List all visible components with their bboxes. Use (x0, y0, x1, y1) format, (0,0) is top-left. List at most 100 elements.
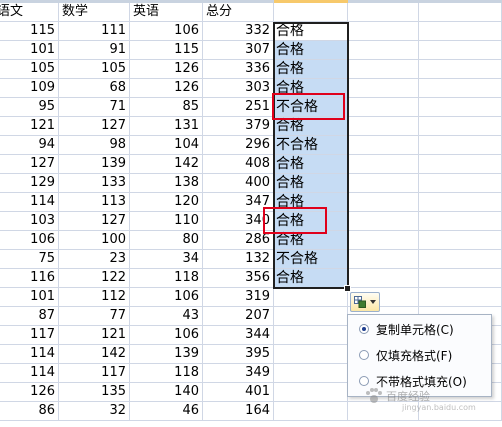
cell-total[interactable]: 286 (203, 231, 274, 250)
cell-math[interactable]: 111 (59, 22, 130, 41)
cell-english[interactable]: 46 (130, 402, 203, 421)
cell-math[interactable]: 100 (59, 231, 130, 250)
cell-chinese[interactable]: 101 (0, 288, 59, 307)
cell-english[interactable]: 115 (130, 41, 203, 60)
cell-math[interactable]: 105 (59, 60, 130, 79)
cell-empty[interactable] (419, 79, 502, 98)
cell-chinese[interactable]: 126 (0, 383, 59, 402)
cell-math[interactable]: 142 (59, 345, 130, 364)
cell-total[interactable]: 340 (203, 212, 274, 231)
cell-empty[interactable] (348, 3, 419, 22)
cell-result[interactable] (274, 288, 348, 307)
cell-english[interactable]: 126 (130, 60, 203, 79)
cell-total[interactable]: 356 (203, 269, 274, 288)
cell-math[interactable]: 127 (59, 212, 130, 231)
cell-empty[interactable] (348, 22, 419, 41)
radio-fill-formatting-only[interactable] (359, 350, 369, 360)
cell-english[interactable]: 85 (130, 98, 203, 117)
cell-math[interactable]: 127 (59, 117, 130, 136)
cell-result[interactable]: 不合格 (274, 136, 348, 155)
cell-chinese[interactable]: 121 (0, 117, 59, 136)
cell-math[interactable]: 91 (59, 41, 130, 60)
cell-empty[interactable] (348, 250, 419, 269)
cell-english[interactable]: 126 (130, 79, 203, 98)
cell-empty[interactable] (348, 212, 419, 231)
cell-empty[interactable] (419, 193, 502, 212)
cell-empty[interactable] (419, 250, 502, 269)
cell-chinese[interactable]: 127 (0, 155, 59, 174)
cell-result[interactable]: 合格 (274, 212, 348, 231)
cell-math[interactable]: 112 (59, 288, 130, 307)
cell-math[interactable]: 122 (59, 269, 130, 288)
cell-empty[interactable] (419, 174, 502, 193)
cell-empty[interactable] (348, 60, 419, 79)
cell-total[interactable]: 332 (203, 22, 274, 41)
cell-empty[interactable] (419, 269, 502, 288)
cell-chinese[interactable]: 109 (0, 79, 59, 98)
cell-english[interactable]: 110 (130, 212, 203, 231)
cell-result[interactable] (274, 326, 348, 345)
cell-total[interactable]: 132 (203, 250, 274, 269)
cell-result[interactable]: 合格 (274, 231, 348, 250)
cell-chinese[interactable]: 116 (0, 269, 59, 288)
cell-total[interactable]: 336 (203, 60, 274, 79)
cell-empty[interactable] (348, 231, 419, 250)
cell-result[interactable]: 合格 (274, 60, 348, 79)
cell-english[interactable]: 106 (130, 326, 203, 345)
cell-math[interactable]: 139 (59, 155, 130, 174)
cell-result[interactable]: 不合格 (274, 250, 348, 269)
cell-empty[interactable] (348, 41, 419, 60)
menu-item-copy-cells[interactable]: 复制单元格(C) (348, 319, 491, 341)
cell-chinese[interactable]: 86 (0, 402, 59, 421)
cell-empty[interactable] (348, 98, 419, 117)
cell-total[interactable]: 164 (203, 402, 274, 421)
cell-empty[interactable] (419, 155, 502, 174)
cell-total[interactable]: 207 (203, 307, 274, 326)
cell-result[interactable]: 不合格 (274, 98, 348, 117)
cell-math[interactable]: 135 (59, 383, 130, 402)
cell-result[interactable] (274, 307, 348, 326)
cell-chinese[interactable]: 117 (0, 326, 59, 345)
cell-english[interactable]: 142 (130, 155, 203, 174)
cell-chinese[interactable]: 103 (0, 212, 59, 231)
cell-result[interactable] (274, 402, 348, 421)
cell-total[interactable]: 303 (203, 79, 274, 98)
cell-math[interactable]: 117 (59, 364, 130, 383)
cell-total[interactable]: 408 (203, 155, 274, 174)
cell-english[interactable]: 139 (130, 345, 203, 364)
cell-chinese[interactable]: 129 (0, 174, 59, 193)
cell-total[interactable]: 251 (203, 98, 274, 117)
cell-math[interactable]: 32 (59, 402, 130, 421)
cell-empty[interactable] (348, 174, 419, 193)
cell-english[interactable]: 34 (130, 250, 203, 269)
radio-copy-cells[interactable] (359, 324, 369, 334)
cell-result[interactable] (274, 364, 348, 383)
cell-math[interactable]: 77 (59, 307, 130, 326)
cell-total[interactable]: 349 (203, 364, 274, 383)
header-english[interactable]: 英语 (130, 3, 203, 22)
cell-empty[interactable] (419, 136, 502, 155)
autofill-options-button[interactable] (350, 292, 380, 312)
cell-math[interactable]: 113 (59, 193, 130, 212)
cell-empty[interactable] (274, 3, 348, 22)
cell-result[interactable]: 合格 (274, 22, 348, 41)
cell-english[interactable]: 131 (130, 117, 203, 136)
cell-chinese[interactable]: 87 (0, 307, 59, 326)
cell-chinese[interactable]: 114 (0, 193, 59, 212)
cell-result[interactable]: 合格 (274, 174, 348, 193)
cell-chinese[interactable]: 75 (0, 250, 59, 269)
cell-english[interactable]: 118 (130, 364, 203, 383)
header-chinese[interactable]: 语文 (0, 3, 59, 22)
header-math[interactable]: 数学 (59, 3, 130, 22)
cell-result[interactable]: 合格 (274, 269, 348, 288)
cell-result[interactable]: 合格 (274, 193, 348, 212)
cell-total[interactable]: 401 (203, 383, 274, 402)
cell-chinese[interactable]: 105 (0, 60, 59, 79)
cell-result[interactable] (274, 383, 348, 402)
cell-empty[interactable] (419, 231, 502, 250)
header-total[interactable]: 总分 (203, 3, 274, 22)
cell-chinese[interactable]: 115 (0, 22, 59, 41)
fill-handle[interactable] (344, 285, 351, 292)
menu-item-fill-formatting-only[interactable]: 仅填充格式(F) (348, 345, 491, 367)
cell-math[interactable]: 133 (59, 174, 130, 193)
